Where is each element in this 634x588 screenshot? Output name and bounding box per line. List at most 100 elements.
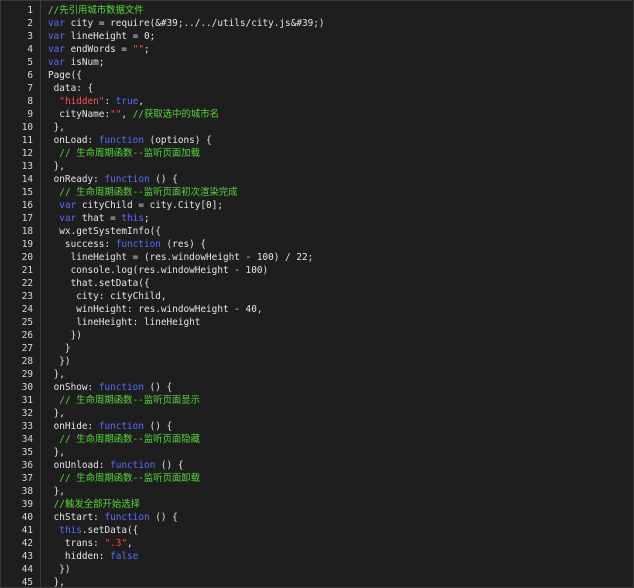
code-line[interactable]: 42 trans: ".3", bbox=[1, 537, 633, 550]
code-token: // 生命周期函数--监听页面卸载 bbox=[59, 473, 201, 484]
code-token: Page({ bbox=[48, 70, 82, 81]
line-number: 6 bbox=[27, 70, 33, 81]
code-token: // 生命周期函数--监听页面初次渲染完成 bbox=[59, 187, 238, 198]
code-token: ; bbox=[143, 213, 150, 224]
line-number: 42 bbox=[21, 538, 33, 549]
code-token: onLoad: bbox=[48, 135, 99, 146]
code-token: }) bbox=[48, 356, 71, 367]
code-token: hidden: bbox=[48, 551, 111, 562]
code-text: var lineHeight = 0; bbox=[48, 30, 155, 43]
code-text: }, bbox=[48, 576, 65, 587]
code-line[interactable]: 34 // 生命周期函数--监听页面隐藏 bbox=[1, 433, 633, 446]
code-token: that = bbox=[76, 213, 122, 224]
line-number: 11 bbox=[21, 135, 33, 146]
code-text: }) bbox=[48, 355, 71, 368]
code-text: that.setData({ bbox=[48, 277, 150, 290]
code-line[interactable]: 45 }, bbox=[1, 576, 633, 588]
code-line[interactable]: 18 wx.getSystemInfo({ bbox=[1, 225, 633, 238]
code-line[interactable]: 44 }) bbox=[1, 563, 633, 576]
code-token: lineHeight = (res.windowHeight - 100) / … bbox=[48, 252, 314, 263]
code-line[interactable]: 32 }, bbox=[1, 407, 633, 420]
code-line[interactable]: 13 }, bbox=[1, 160, 633, 173]
code-line[interactable]: 41 this.setData({ bbox=[1, 524, 633, 537]
code-line[interactable]: 21 console.log(res.windowHeight - 100) bbox=[1, 264, 633, 277]
code-line[interactable]: 39 //触发全部开始选择 bbox=[1, 498, 633, 511]
code-text: }, bbox=[48, 160, 65, 173]
code-token: () { bbox=[143, 421, 173, 432]
code-token: cityName: bbox=[48, 109, 111, 120]
code-line[interactable]: 20 lineHeight = (res.windowHeight - 100)… bbox=[1, 251, 633, 264]
code-line[interactable]: 22 that.setData({ bbox=[1, 277, 633, 290]
code-token: , bbox=[138, 96, 144, 107]
line-number: 15 bbox=[21, 187, 33, 198]
code-text: cityName:"", //获取选中的城市名 bbox=[48, 108, 219, 121]
code-token: function bbox=[98, 382, 144, 393]
code-line[interactable]: 16 var cityChild = city.City[0]; bbox=[1, 199, 633, 212]
line-number: 21 bbox=[21, 265, 33, 276]
code-line[interactable]: 3 var lineHeight = 0; bbox=[1, 30, 633, 43]
code-text: // 生命周期函数--监听页面初次渲染完成 bbox=[48, 186, 238, 199]
code-token: , bbox=[127, 538, 133, 549]
code-line[interactable]: 10 }, bbox=[1, 121, 633, 134]
line-number: 37 bbox=[21, 473, 33, 484]
line-number: 27 bbox=[21, 343, 33, 354]
code-text: hidden: false bbox=[48, 550, 138, 563]
code-line[interactable]: 19 success: function (res) { bbox=[1, 238, 633, 251]
code-line[interactable]: 40 chStart: function () { bbox=[1, 511, 633, 524]
line-number: 3 bbox=[27, 31, 33, 42]
code-token: function bbox=[115, 239, 161, 250]
code-line[interactable]: 25 lineHeight: lineHeight bbox=[1, 316, 633, 329]
code-token: }, bbox=[48, 369, 65, 380]
code-line[interactable]: 11 onLoad: function (options) { bbox=[1, 134, 633, 147]
line-number: 32 bbox=[21, 408, 33, 419]
code-line[interactable]: 14 onReady: function () { bbox=[1, 173, 633, 186]
code-token: data: { bbox=[48, 83, 94, 94]
line-number: 1 bbox=[27, 5, 33, 16]
code-token: () { bbox=[149, 512, 178, 523]
code-line[interactable]: 28 }) bbox=[1, 355, 633, 368]
code-line[interactable]: 6 Page({ bbox=[1, 69, 633, 82]
line-number: 9 bbox=[27, 109, 33, 120]
code-text: var that = this; bbox=[48, 212, 150, 225]
code-line[interactable]: 26 }) bbox=[1, 329, 633, 342]
line-number: 45 bbox=[21, 577, 33, 588]
code-line[interactable]: 35 }, bbox=[1, 446, 633, 459]
code-line[interactable]: 8 "hidden": true, bbox=[1, 95, 633, 108]
code-line[interactable]: 43 hidden: false bbox=[1, 550, 633, 563]
code-line[interactable]: 24 winHeight: res.windowHeight - 40, bbox=[1, 303, 633, 316]
line-number: 40 bbox=[21, 512, 33, 523]
code-line[interactable]: 38 }, bbox=[1, 485, 633, 498]
code-line[interactable]: 7 data: { bbox=[1, 82, 633, 95]
code-line[interactable]: 15 // 生命周期函数--监听页面初次渲染完成 bbox=[1, 186, 633, 199]
code-line[interactable]: 23 city: cityChild, bbox=[1, 290, 633, 303]
code-line[interactable]: 17 var that = this; bbox=[1, 212, 633, 225]
code-line[interactable]: 1 //先引用城市数据文件 bbox=[1, 4, 633, 17]
code-text: data: { bbox=[48, 82, 94, 95]
code-token: var bbox=[48, 18, 65, 29]
code-token: (res) { bbox=[160, 239, 207, 250]
code-line[interactable]: 37 // 生命周期函数--监听页面卸载 bbox=[1, 472, 633, 485]
code-text: wx.getSystemInfo({ bbox=[48, 225, 161, 238]
code-line[interactable]: 9 cityName:"", //获取选中的城市名 bbox=[1, 108, 633, 121]
code-line[interactable]: 27 } bbox=[1, 342, 633, 355]
code-line[interactable]: 12 // 生命周期函数--监听页面加载 bbox=[1, 147, 633, 160]
line-number: 31 bbox=[21, 395, 33, 406]
code-line[interactable]: 31 // 生命周期函数--监听页面显示 bbox=[1, 394, 633, 407]
code-token: // 生命周期函数--监听页面加载 bbox=[59, 148, 201, 159]
code-token: success: bbox=[48, 239, 116, 250]
code-token: var bbox=[48, 44, 65, 55]
code-line[interactable]: 30 onShow: function () { bbox=[1, 381, 633, 394]
code-token: "" bbox=[132, 44, 144, 55]
code-line[interactable]: 5 var isNum; bbox=[1, 56, 633, 69]
code-line[interactable]: 4 var endWords = ""; bbox=[1, 43, 633, 56]
code-editor[interactable]: 1 //先引用城市数据文件 2 var city = require(&#39;../… bbox=[0, 0, 634, 588]
code-line[interactable]: 36 onUnload: function () { bbox=[1, 459, 633, 472]
code-line[interactable]: 29 }, bbox=[1, 368, 633, 381]
line-number: 14 bbox=[21, 174, 33, 185]
code-text: chStart: function () { bbox=[48, 511, 178, 524]
code-line[interactable]: 33 onHide: function () { bbox=[1, 420, 633, 433]
code-line[interactable]: 2 var city = require(&#39;../../utils/cit… bbox=[1, 17, 633, 30]
